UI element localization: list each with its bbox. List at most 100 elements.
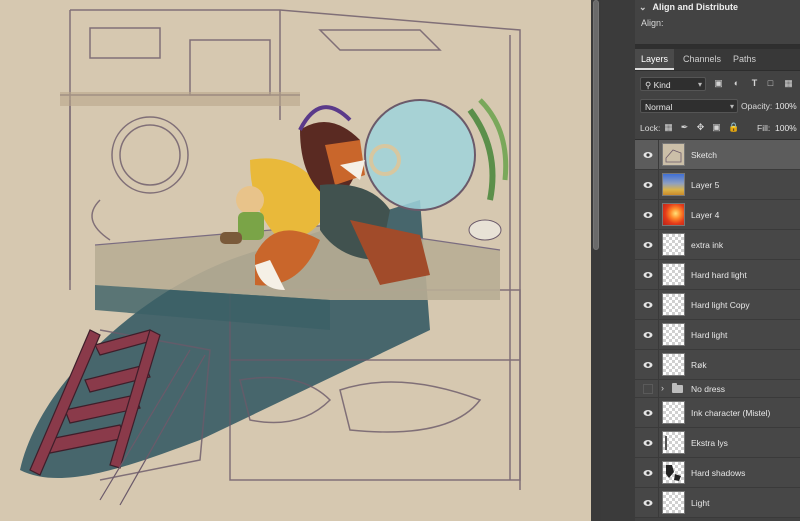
divider	[658, 398, 659, 427]
layer-row-sketch[interactable]: Sketch	[635, 140, 800, 170]
layer-name[interactable]: Ekstra lys	[691, 438, 728, 448]
lock-all-icon[interactable]: 🔒	[728, 122, 739, 133]
layer-row-layer-5[interactable]: Layer 5	[635, 170, 800, 200]
image-filter-icon[interactable]: ▣	[713, 78, 724, 89]
visibility-eye-icon[interactable]	[643, 468, 653, 478]
align-label: Align:	[641, 18, 664, 28]
align-distribute-section: ⌄ Align and Distribute Align:	[635, 0, 800, 45]
layer-thumbnail	[662, 203, 685, 226]
filter-kind-value: Kind	[653, 80, 671, 90]
scrollbar-thumb[interactable]	[593, 0, 599, 250]
chevron-right-icon[interactable]: ›	[661, 383, 664, 393]
layer-name[interactable]: extra ink	[691, 240, 723, 250]
layer-row-light[interactable]: Light	[635, 488, 800, 518]
lock-transparent-pixels-icon[interactable]: ▦	[663, 122, 674, 133]
layer-name[interactable]: Layer 4	[691, 210, 719, 220]
layer-thumbnail	[662, 323, 685, 346]
layer-name[interactable]: Ink character (Mistel)	[691, 408, 770, 418]
align-distribute-title: Align and Distribute	[652, 2, 739, 12]
document-canvas[interactable]	[0, 0, 591, 521]
tab-paths[interactable]: Paths	[727, 49, 762, 70]
blend-mode-select[interactable]: Normal ▾	[640, 99, 738, 113]
layer-name[interactable]: Hard light Copy	[691, 300, 750, 310]
layer-row-rok[interactable]: Røk	[635, 350, 800, 380]
shape-filter-icon[interactable]: □	[765, 78, 776, 89]
layer-row-ink-character[interactable]: Ink character (Mistel)	[635, 398, 800, 428]
divider	[658, 200, 659, 229]
layer-row-ekstra-lys[interactable]: Ekstra lys	[635, 428, 800, 458]
blend-mode-value: Normal	[645, 102, 673, 112]
layer-name[interactable]: Light	[691, 498, 709, 508]
fill-input[interactable]: 100%	[775, 121, 797, 135]
type-filter-icon[interactable]: T	[749, 78, 760, 89]
layer-name[interactable]: Hard hard light	[691, 270, 747, 280]
smart-object-filter-icon[interactable]: ▦	[783, 78, 794, 89]
opacity-input[interactable]: 100%	[775, 99, 797, 113]
divider	[658, 428, 659, 457]
visibility-eye-icon[interactable]	[643, 240, 653, 250]
visibility-eye-icon[interactable]	[643, 330, 653, 340]
layer-thumbnail	[662, 293, 685, 316]
divider	[658, 350, 659, 379]
layer-thumbnail	[662, 353, 685, 376]
folder-icon	[672, 383, 683, 393]
artwork-illustration	[20, 9, 521, 506]
divider	[658, 290, 659, 319]
divider	[658, 320, 659, 349]
layer-row-layer-4[interactable]: Layer 4	[635, 200, 800, 230]
filter-kind-select[interactable]: ⚲ Kind ▾	[640, 77, 706, 91]
visibility-eye-icon[interactable]	[643, 300, 653, 310]
layer-thumbnail	[662, 491, 685, 514]
adjustment-filter-icon[interactable]: ◐	[731, 78, 742, 89]
layer-name[interactable]: Layer 5	[691, 180, 719, 190]
divider	[658, 260, 659, 289]
search-icon: ⚲	[645, 80, 652, 90]
tab-channels[interactable]: Channels	[677, 49, 727, 70]
fill-label: Fill:	[757, 123, 771, 133]
divider	[658, 380, 659, 397]
layer-row-hard-light-copy[interactable]: Hard light Copy	[635, 290, 800, 320]
visibility-eye-icon[interactable]	[643, 498, 653, 508]
layer-group-no-dress[interactable]: › No dress	[635, 380, 800, 398]
visibility-eye-icon[interactable]	[643, 438, 653, 448]
layer-name[interactable]: Hard light	[691, 330, 727, 340]
divider	[658, 140, 659, 169]
layer-thumbnail	[662, 431, 685, 454]
visibility-eye-icon[interactable]	[643, 270, 653, 280]
layer-row-hard-light[interactable]: Hard light	[635, 320, 800, 350]
layer-thumbnail	[662, 173, 685, 196]
layer-name[interactable]: No dress	[691, 384, 725, 394]
divider	[658, 230, 659, 259]
layer-name[interactable]: Hard shadows	[691, 468, 745, 478]
chevron-down-icon: ▾	[697, 80, 702, 89]
visibility-eye-icon[interactable]	[643, 360, 653, 370]
visibility-toggle-off[interactable]	[643, 384, 653, 394]
visibility-eye-icon[interactable]	[643, 180, 653, 190]
layer-filter-row: ⚲ Kind ▾ ▣ ◐ T □ ▦	[635, 74, 800, 95]
chevron-down-icon: ▾	[729, 102, 734, 111]
lock-image-pixels-icon[interactable]: ✒	[679, 122, 690, 133]
lock-artboard-icon[interactable]: ▣	[711, 122, 722, 133]
lock-position-icon[interactable]: ✥	[695, 122, 706, 133]
tab-layers[interactable]: Layers	[635, 49, 675, 70]
layers-list: Sketch Layer 5 Layer 4 extra ink Hard ha…	[635, 140, 800, 518]
align-distribute-header[interactable]: ⌄ Align and Distribute	[639, 2, 738, 13]
visibility-eye-icon[interactable]	[643, 150, 653, 160]
canvas-vertical-scrollbar[interactable]	[591, 0, 601, 521]
layer-row-hard-shadows[interactable]: Hard shadows	[635, 458, 800, 488]
blend-mode-row: Normal ▾ Opacity: 100%	[635, 96, 800, 117]
layer-name[interactable]: Røk	[691, 360, 707, 370]
panel-tabs: Layers Channels Paths	[635, 49, 800, 71]
opacity-label: Opacity:	[741, 101, 773, 111]
layer-row-hard-hard-light[interactable]: Hard hard light	[635, 260, 800, 290]
layer-thumbnail	[662, 233, 685, 256]
visibility-eye-icon[interactable]	[643, 408, 653, 418]
layer-thumbnail	[662, 263, 685, 286]
visibility-eye-icon[interactable]	[643, 210, 653, 220]
layer-row-extra-ink[interactable]: extra ink	[635, 230, 800, 260]
lock-label: Lock:	[640, 123, 661, 133]
panel-dock-strip	[601, 0, 635, 521]
chevron-down-icon[interactable]: ⌄	[639, 2, 647, 13]
layer-name[interactable]: Sketch	[691, 150, 717, 160]
layer-thumbnail	[662, 143, 685, 166]
